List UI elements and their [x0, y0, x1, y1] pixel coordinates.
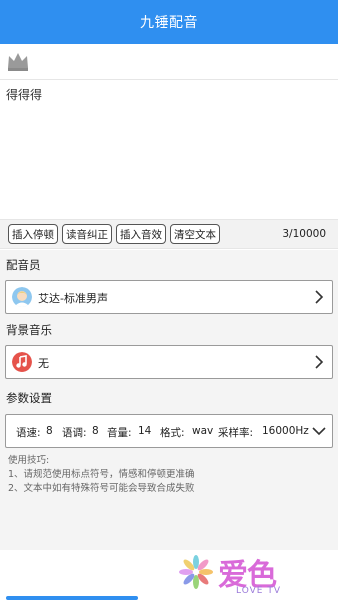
text-input[interactable]: 得得得 [0, 80, 338, 218]
insert-pause-button[interactable]: 插入停顿 [8, 224, 58, 244]
voice-avatar-icon [12, 287, 32, 307]
bottom-accent-bar [6, 596, 138, 600]
flower-icon [179, 555, 213, 589]
tips-line: 2、文本中如有特殊符号可能会导致合成失败 [8, 483, 195, 494]
music-name: 无 [38, 357, 49, 370]
speed-value: 8 [46, 425, 53, 437]
tips-line: 1、请规范使用标点符号，情感和停顿更准确 [8, 469, 195, 480]
chevron-down-icon [312, 427, 326, 436]
page-title: 九锤配音 [140, 15, 198, 31]
watermark-logo: 爱色 LOVE TV [178, 552, 298, 600]
volume-value: 14 [138, 425, 152, 437]
char-counter: 3/10000 [282, 228, 326, 240]
chevron-right-icon [315, 355, 324, 369]
speed-label: 语速: [16, 427, 41, 439]
pitch-label: 语调: [62, 427, 87, 439]
vip-row [0, 44, 338, 80]
voice-name: 艾达-标准男声 [38, 292, 108, 305]
insert-effect-button[interactable]: 插入音效 [116, 224, 166, 244]
pitch-value: 8 [92, 425, 99, 437]
volume-label: 音量: [107, 427, 132, 439]
format-value: wav [192, 425, 214, 437]
text-content[interactable]: 得得得 [6, 88, 42, 102]
clear-text-button[interactable]: 清空文本 [170, 224, 220, 244]
crown-icon[interactable] [6, 50, 30, 72]
voice-selector[interactable]: 艾达-标准男声 [5, 280, 333, 314]
music-selector[interactable]: 无 [5, 345, 333, 379]
editor-toolbar: 插入停顿 读音纠正 插入音效 清空文本 3/10000 [0, 219, 338, 249]
music-note-icon [12, 352, 32, 372]
chevron-right-icon [315, 290, 324, 304]
params-section-label: 参数设置 [6, 391, 52, 405]
rate-value: 16000Hz [262, 425, 309, 437]
app-header: 九锤配音 [0, 0, 338, 44]
tips-title: 使用技巧: [8, 455, 50, 466]
params-selector[interactable]: 语速: 8 语调: 8 音量: 14 格式: wav 采样率: 16000Hz [5, 414, 333, 448]
usage-tips: 使用技巧: 1、请规范使用标点符号，情感和停顿更准确 2、文本中如有特殊符号可能… [8, 454, 195, 496]
voice-section-label: 配音员 [6, 258, 41, 272]
format-label: 格式: [160, 427, 185, 439]
watermark-subtext: LOVE TV [236, 586, 281, 596]
music-section-label: 背景音乐 [6, 323, 52, 337]
rate-label: 采样率: [218, 427, 254, 439]
pronunciation-button[interactable]: 读音纠正 [62, 224, 112, 244]
